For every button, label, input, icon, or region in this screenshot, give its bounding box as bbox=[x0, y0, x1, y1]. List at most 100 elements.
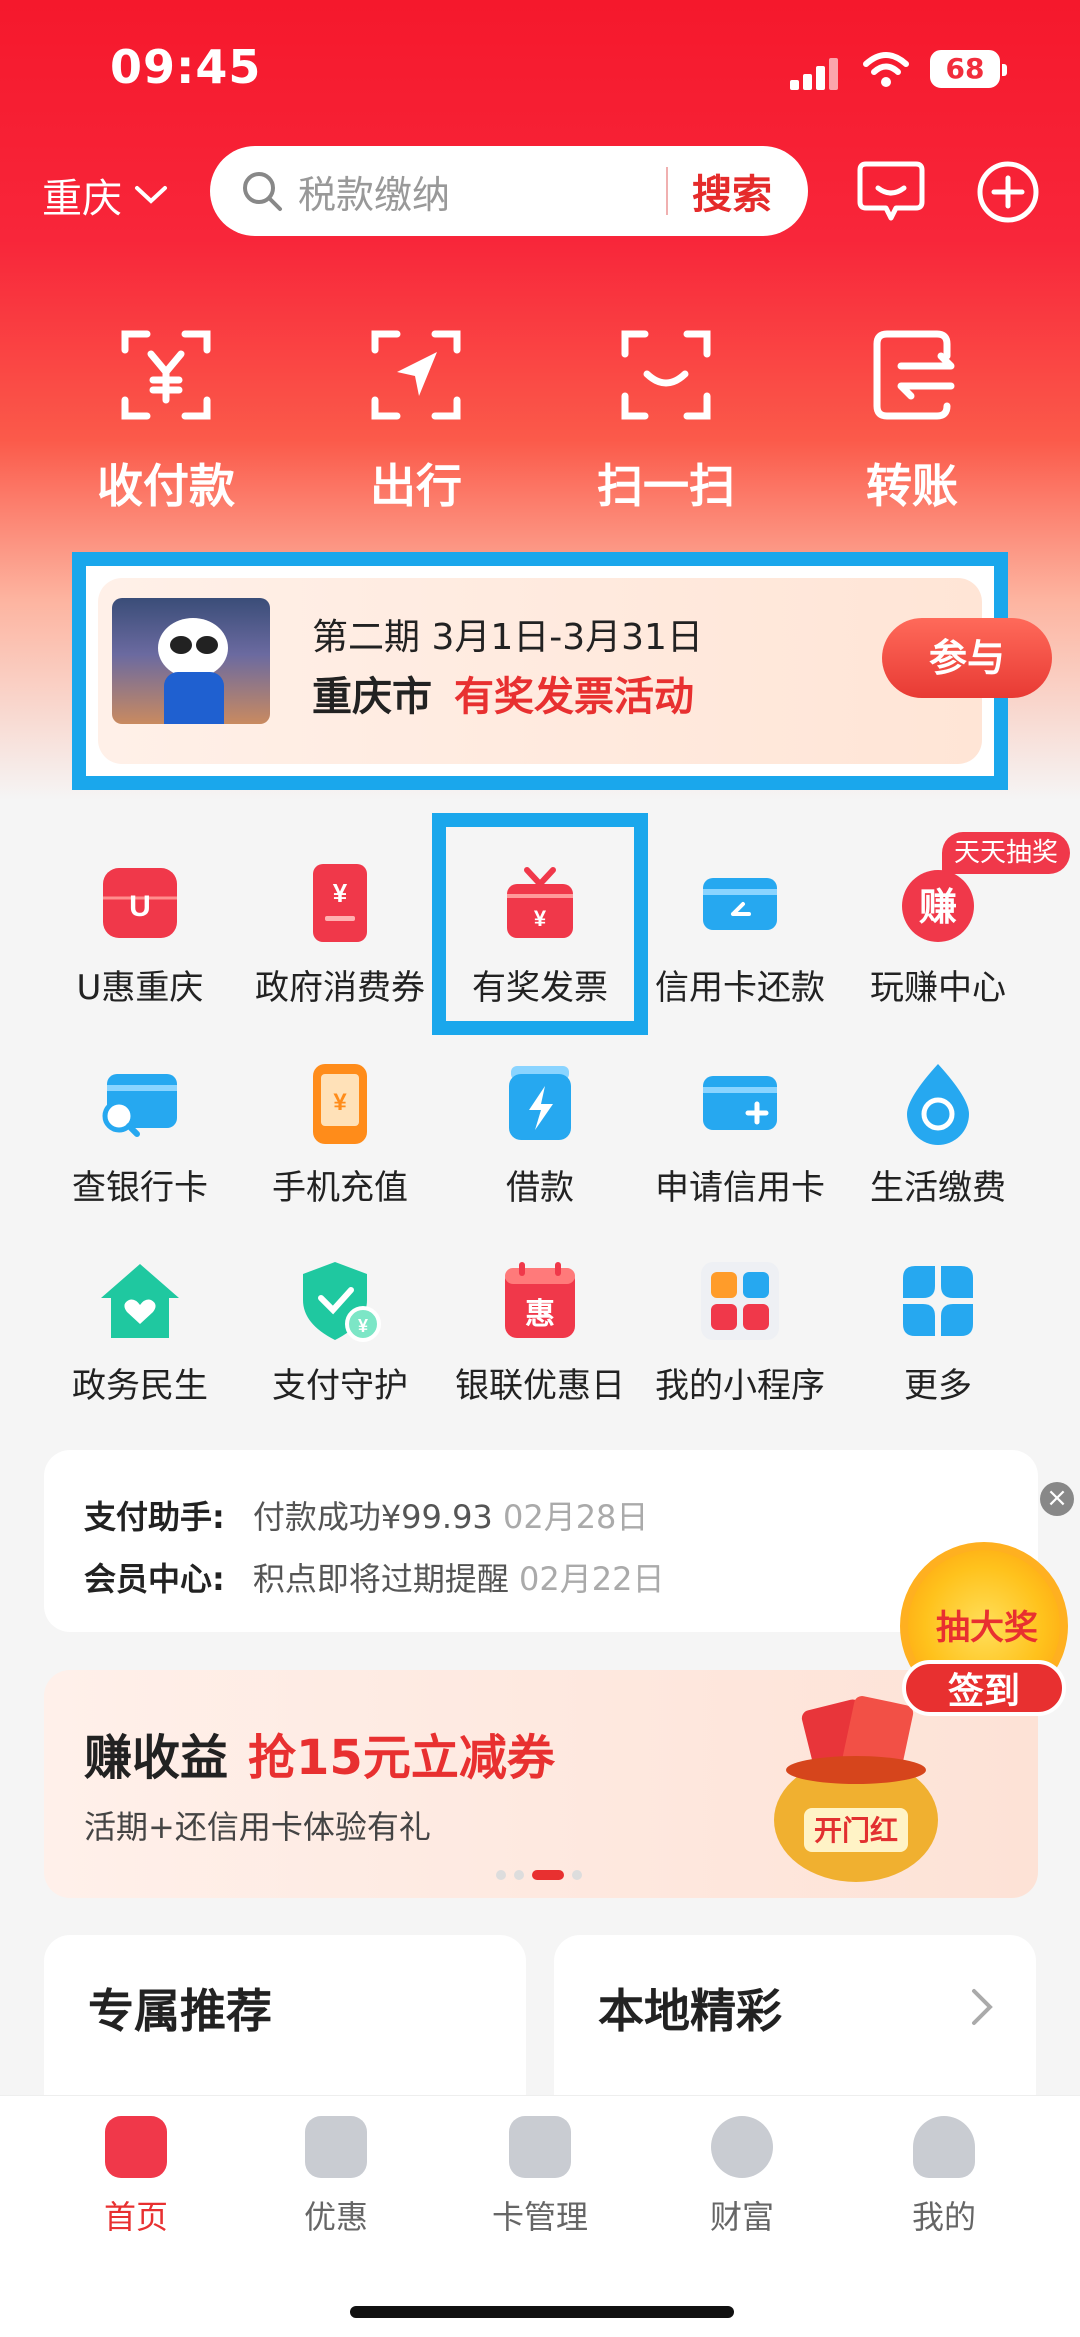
calendar-icon: 惠 bbox=[505, 1262, 575, 1338]
assistant-value: 积点即将过期提醒 02月22日 bbox=[252, 1560, 665, 1598]
banner-period: 第二期 3月1日-3月31日 bbox=[312, 617, 703, 658]
assistant-panel[interactable]: 支付助手: 付款成功¥99.93 02月28日 会员中心: 积点即将过期提醒 0… bbox=[44, 1450, 1038, 1632]
home-indicator bbox=[350, 2306, 734, 2318]
phone-recharge-icon: ¥ bbox=[313, 1064, 367, 1144]
service-earn-center[interactable]: 赚 玩赚中心 bbox=[838, 860, 1038, 1009]
service-label: 更多 bbox=[904, 1366, 972, 1406]
service-loan[interactable]: 借款 bbox=[440, 1060, 640, 1209]
quick-action-label: 出行 bbox=[370, 459, 462, 513]
service-label: 银联优惠日 bbox=[455, 1366, 625, 1406]
service-label: 手机充值 bbox=[272, 1168, 408, 1208]
signal-icon bbox=[790, 56, 842, 90]
quick-action-label: 转账 bbox=[866, 459, 958, 513]
pot-label: 开门红 bbox=[814, 1814, 898, 1846]
service-label: 政务民生 bbox=[72, 1366, 208, 1406]
service-apply-card[interactable]: 申请信用卡 bbox=[640, 1060, 840, 1209]
invoice-lottery-banner[interactable]: 第二期 3月1日-3月31日 重庆市 有奖发票活动 参与 bbox=[72, 552, 1052, 790]
service-bank-card-check[interactable]: 查银行卡 bbox=[40, 1060, 240, 1209]
promo-subtitle: 活期+还信用卡体验有礼 bbox=[84, 1808, 431, 1846]
yuan-scan-icon bbox=[121, 330, 211, 420]
service-mini-programs[interactable]: 我的小程序 bbox=[640, 1258, 840, 1407]
city-selector[interactable]: 重庆 bbox=[42, 166, 168, 224]
banner-city: 重庆市 bbox=[312, 674, 432, 720]
chevron-right-icon[interactable] bbox=[970, 1987, 994, 2027]
assistant-key: 会员中心: bbox=[84, 1560, 225, 1598]
card-title: 本地精彩 bbox=[598, 1984, 782, 2038]
banner-image bbox=[112, 598, 270, 724]
promo-highlight: 抢15元立减券 bbox=[248, 1730, 555, 1786]
service-u-hui[interactable]: U U惠重庆 bbox=[40, 860, 240, 1009]
card-title: 专属推荐 bbox=[88, 1984, 272, 2038]
search-button[interactable]: 搜索 bbox=[692, 162, 772, 220]
service-pay-guard[interactable]: ¥ 支付守护 bbox=[240, 1258, 440, 1407]
transfer-icon bbox=[873, 330, 955, 420]
promo-banner[interactable]: 赚收益 抢15元立减券 活期+还信用卡体验有礼 开门红 bbox=[44, 1670, 1038, 1898]
search-divider bbox=[666, 167, 668, 215]
tab-card-manage[interactable]: 卡管理 bbox=[470, 2116, 610, 2238]
daily-lottery-badge: 天天抽奖 bbox=[942, 832, 1071, 874]
assistant-row-member[interactable]: 会员中心: 积点即将过期提醒 02月22日 bbox=[84, 1554, 664, 1600]
credit-card-repay-icon bbox=[703, 878, 777, 930]
city-label: 重庆 bbox=[42, 176, 122, 222]
close-icon[interactable]: × bbox=[1040, 1482, 1074, 1516]
quick-action-label: 收付款 bbox=[97, 459, 235, 513]
banner-activity: 有奖发票活动 bbox=[454, 674, 694, 720]
service-label: 查银行卡 bbox=[72, 1168, 208, 1208]
search-bar[interactable]: 税款缴纳 搜索 bbox=[210, 146, 808, 236]
chevron-down-icon bbox=[135, 186, 167, 204]
add-icon[interactable] bbox=[976, 160, 1040, 224]
carousel-dots bbox=[496, 1870, 582, 1880]
bank-card-search-icon bbox=[102, 1074, 177, 1137]
promo-title: 赚收益 抢15元立减券 bbox=[84, 1730, 555, 1786]
highlight-box-invoice bbox=[432, 813, 648, 1035]
tab-bar: 首页 优惠 卡管理 财富 我的 bbox=[0, 2095, 1080, 2337]
svg-text:¥: ¥ bbox=[333, 878, 348, 908]
message-icon[interactable] bbox=[856, 160, 926, 224]
service-label: 借款 bbox=[506, 1168, 574, 1208]
service-label: 我的小程序 bbox=[655, 1366, 825, 1406]
discount-icon bbox=[305, 2116, 367, 2178]
service-utility[interactable]: 生活缴费 bbox=[838, 1060, 1038, 1209]
quick-action-label: 扫一扫 bbox=[597, 459, 735, 513]
service-phone-recharge[interactable]: ¥ 手机充值 bbox=[240, 1060, 440, 1209]
gov-house-icon bbox=[101, 1264, 179, 1338]
u-hui-icon: U bbox=[103, 868, 177, 938]
service-label: 玩赚中心 bbox=[870, 968, 1006, 1008]
service-more[interactable]: 更多 bbox=[838, 1258, 1038, 1407]
sign-in-button[interactable]: 签到 bbox=[902, 1660, 1066, 1716]
wifi-icon bbox=[863, 52, 909, 87]
quick-action-pay[interactable]: 收付款 bbox=[66, 320, 266, 516]
coupon-icon: ¥ bbox=[313, 864, 367, 942]
tab-discount[interactable]: 优惠 bbox=[266, 2116, 406, 2238]
service-gov-affairs[interactable]: 政务民生 bbox=[40, 1258, 240, 1407]
scan-icon bbox=[621, 330, 711, 420]
navigation-icon bbox=[371, 330, 461, 420]
service-label: 支付守护 bbox=[272, 1366, 408, 1406]
battery-icon: 68 bbox=[930, 50, 1007, 88]
search-icon bbox=[243, 172, 282, 211]
quick-action-transfer[interactable]: 转账 bbox=[812, 320, 1012, 516]
tab-wealth[interactable]: 财富 bbox=[672, 2116, 812, 2238]
quick-action-travel[interactable]: 出行 bbox=[316, 320, 516, 516]
service-card-repay[interactable]: 信用卡还款 bbox=[640, 860, 840, 1009]
status-bar: 09:45 68 bbox=[0, 0, 1080, 140]
tab-profile[interactable]: 我的 bbox=[874, 2116, 1014, 2238]
tab-label: 卡管理 bbox=[491, 2198, 588, 2236]
tab-label: 财富 bbox=[709, 2198, 774, 2236]
wealth-icon bbox=[711, 2116, 773, 2178]
service-label: U惠重庆 bbox=[76, 968, 204, 1008]
join-button[interactable]: 参与 bbox=[882, 618, 1052, 698]
assistant-row-payment[interactable]: 支付助手: 付款成功¥99.93 02月28日 bbox=[84, 1492, 648, 1538]
service-label: 信用卡还款 bbox=[655, 968, 825, 1008]
banner-title: 重庆市 有奖发票活动 bbox=[312, 664, 694, 722]
service-gov-coupon[interactable]: ¥ 政府消费券 bbox=[240, 860, 440, 1009]
more-icon bbox=[903, 1266, 973, 1336]
loan-icon bbox=[509, 1066, 571, 1140]
home-icon bbox=[105, 2116, 167, 2178]
tab-label: 首页 bbox=[103, 2198, 168, 2236]
assistant-date: 02月22日 bbox=[519, 1560, 665, 1598]
search-input[interactable]: 税款缴纳 bbox=[298, 164, 666, 219]
tab-home[interactable]: 首页 bbox=[66, 2116, 206, 2238]
quick-action-scan[interactable]: 扫一扫 bbox=[566, 320, 766, 516]
service-unionpay-day[interactable]: 惠 银联优惠日 bbox=[440, 1258, 640, 1407]
